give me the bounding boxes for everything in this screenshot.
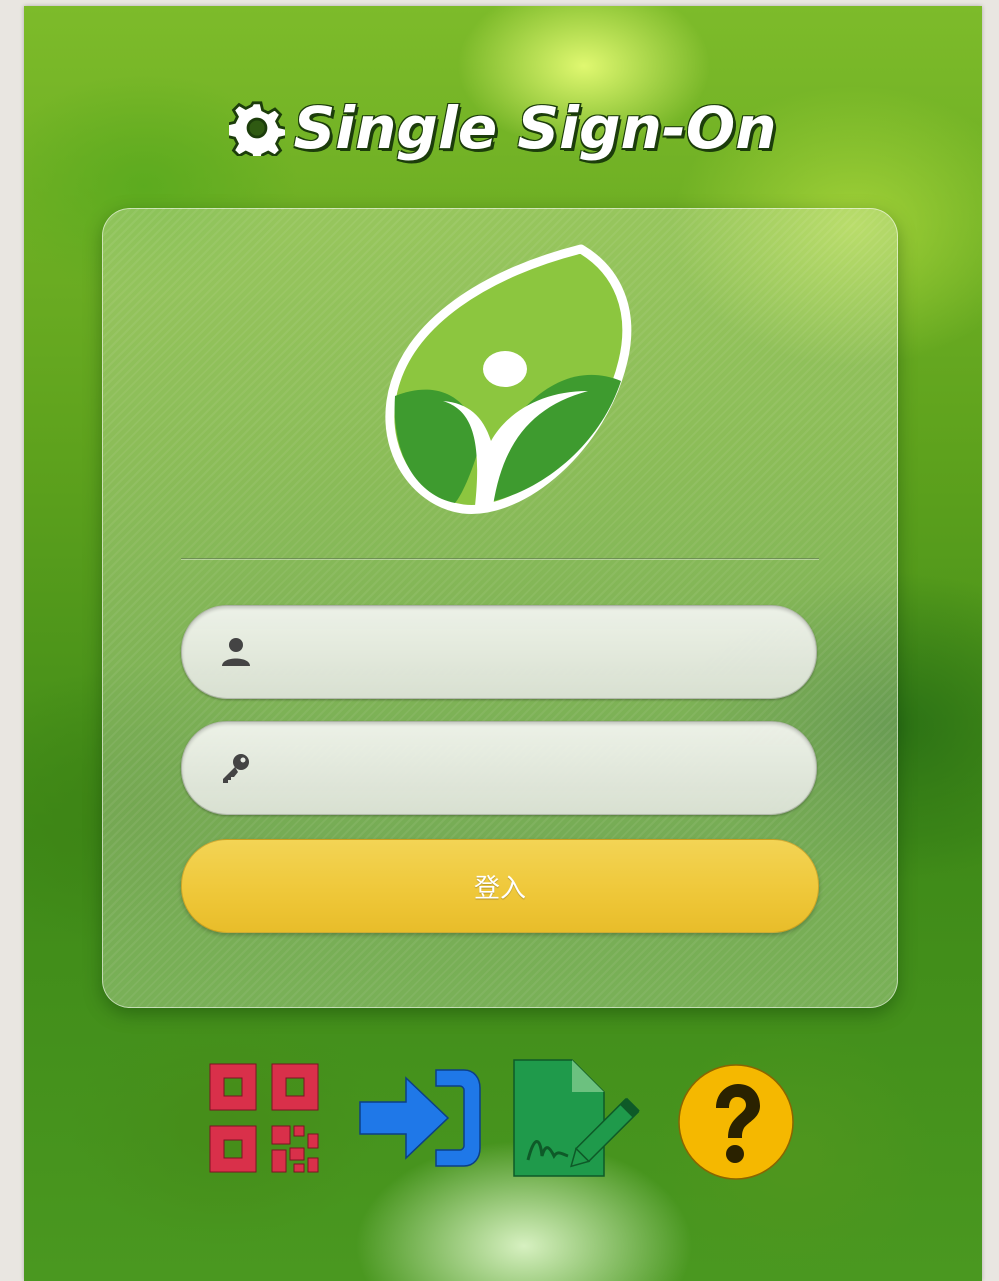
username-input[interactable]: [274, 636, 798, 668]
gear-icon: [229, 101, 286, 156]
document-sign-icon[interactable]: [510, 1056, 646, 1180]
sign-in-icon[interactable]: [358, 1068, 484, 1168]
help-icon[interactable]: [676, 1062, 796, 1182]
login-button[interactable]: 登入: [181, 839, 819, 933]
password-input[interactable]: [274, 752, 798, 784]
title-text: Single Sign-On: [293, 94, 777, 162]
password-field[interactable]: [181, 721, 817, 815]
divider: [181, 558, 819, 559]
leaf-person-logo: [385, 244, 632, 514]
key-icon: [223, 754, 249, 783]
user-icon: [222, 638, 250, 666]
app-frame: Single Sign-On 登入: [24, 6, 982, 1281]
login-card: 登入: [102, 208, 898, 1008]
username-field[interactable]: [181, 605, 817, 699]
qr-code-icon[interactable]: [208, 1062, 320, 1174]
action-bar: [24, 1046, 982, 1186]
page-title: Single Sign-On: [24, 94, 982, 162]
